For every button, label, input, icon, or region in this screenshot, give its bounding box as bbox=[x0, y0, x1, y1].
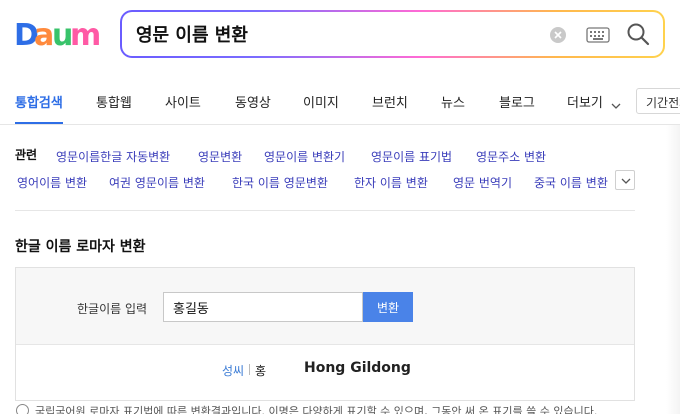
converter-panel: 한글이름 입력 변환 성씨 홍 Hong Gildong bbox=[15, 267, 635, 401]
name-input-label: 한글이름 입력 bbox=[77, 302, 148, 316]
related-item[interactable]: 영문 번역기 bbox=[453, 174, 512, 191]
convert-button[interactable]: 변환 bbox=[363, 292, 413, 322]
page-edge bbox=[666, 125, 680, 414]
related-item[interactable]: 영어이름 변환 bbox=[17, 174, 87, 191]
related-item[interactable]: 한국 이름 영문변환 bbox=[232, 174, 328, 191]
result-separator bbox=[249, 364, 250, 375]
search-input[interactable] bbox=[136, 20, 536, 48]
active-tab-indicator bbox=[15, 122, 63, 124]
related-item[interactable]: 영문이름 변환기 bbox=[264, 148, 345, 165]
converter-input-row: 한글이름 입력 변환 bbox=[16, 268, 634, 345]
result-surname-char: 홍 bbox=[255, 364, 267, 378]
header: D a u m bbox=[0, 0, 680, 78]
related-label: 관련 bbox=[15, 148, 38, 162]
svg-text:m: m bbox=[70, 18, 100, 50]
result-romanized-name: Hong Gildong bbox=[304, 360, 411, 376]
clear-icon[interactable] bbox=[550, 27, 566, 43]
tab-integrated-web[interactable]: 통합웹 bbox=[96, 92, 132, 111]
related-item[interactable]: 한자 이름 변환 bbox=[354, 174, 428, 191]
tab-integrated-search[interactable]: 통합검색 bbox=[15, 92, 63, 111]
related-item[interactable]: 영문이름한글 자동변환 bbox=[56, 148, 170, 165]
search-tabs: 통합검색 통합웹 사이트 동영상 이미지 브런치 뉴스 블로그 더보기 기간전체 bbox=[0, 78, 680, 125]
tab-news[interactable]: 뉴스 bbox=[441, 92, 465, 111]
daum-logo[interactable]: D a u m bbox=[14, 18, 101, 53]
name-input[interactable] bbox=[163, 292, 363, 322]
related-item[interactable]: 영문이름 표기법 bbox=[371, 148, 452, 165]
search-inner bbox=[122, 12, 663, 56]
related-item[interactable]: 영문주소 변환 bbox=[476, 148, 546, 165]
tab-brunch[interactable]: 브런치 bbox=[372, 92, 408, 111]
tab-site[interactable]: 사이트 bbox=[165, 92, 201, 111]
result-surname-label: 성씨 bbox=[222, 364, 245, 378]
divider bbox=[15, 210, 635, 211]
keyboard-icon[interactable] bbox=[586, 26, 610, 44]
tab-image[interactable]: 이미지 bbox=[303, 92, 339, 111]
related-item[interactable]: 영문변환 bbox=[198, 148, 242, 165]
converter-title: 한글 이름 로마자 변환 bbox=[15, 239, 146, 255]
related-item[interactable]: 여권 영문이름 변환 bbox=[109, 174, 205, 191]
info-icon bbox=[16, 404, 29, 414]
related-item[interactable]: 중국 이름 변환 bbox=[534, 174, 612, 191]
notice-text: 국립국어원 로마자 표기법에 따른 변환결과입니다. 이명은 다양하게 표기할 … bbox=[35, 405, 598, 414]
tab-blog[interactable]: 블로그 bbox=[499, 92, 535, 111]
period-filter-button[interactable]: 기간전체 bbox=[636, 88, 680, 114]
related-expand-button[interactable] bbox=[615, 170, 635, 190]
search-icon[interactable] bbox=[626, 22, 650, 46]
search-box bbox=[120, 10, 665, 58]
tab-more[interactable]: 더보기 bbox=[567, 92, 603, 111]
chevron-down-icon bbox=[621, 178, 631, 184]
tab-video[interactable]: 동영상 bbox=[235, 92, 271, 111]
chevron-down-icon[interactable] bbox=[611, 95, 621, 114]
